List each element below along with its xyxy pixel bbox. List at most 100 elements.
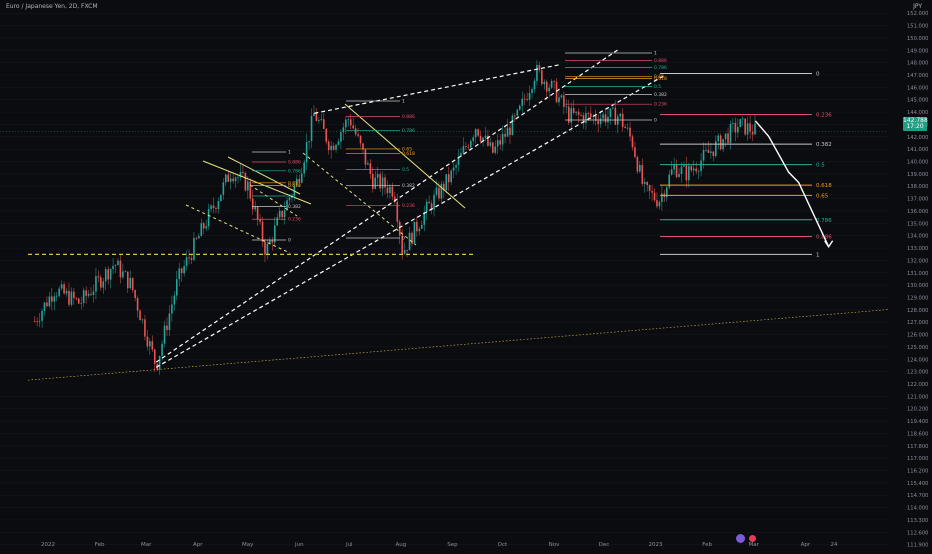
candle-body (433, 194, 435, 210)
x-tick-label: Jun (294, 542, 304, 548)
candle-body (82, 290, 85, 303)
fib-small-nov-label: 1 (654, 51, 657, 57)
candle-body (232, 178, 234, 182)
candle-body (744, 118, 746, 135)
candle-body (658, 201, 661, 207)
candle-body (624, 126, 626, 129)
candle-body (55, 295, 58, 297)
fib-small-may-label: 0.236 (288, 217, 301, 223)
candle-body (651, 191, 653, 193)
candle-body (376, 174, 379, 178)
y-tick-label: 130.000 (907, 283, 928, 289)
candle-body (445, 174, 448, 191)
candle-body (631, 136, 634, 148)
y-tick-label: 112.600 (907, 530, 928, 536)
candle-body (43, 302, 46, 311)
fib-level-label: 0.65 (816, 193, 829, 199)
candle-body (690, 166, 693, 171)
fib-small-jul-label: 0.886 (402, 114, 415, 120)
candle-body (161, 343, 163, 356)
candle-body (626, 127, 629, 129)
y-tick-label: 120.200 (907, 407, 928, 413)
candle-body (131, 277, 134, 291)
y-tick-label: 114.000 (907, 506, 928, 512)
x-tick-label: Nov (549, 542, 560, 548)
y-tick-label: 129.000 (907, 295, 928, 301)
candle-body (389, 186, 391, 193)
candle-body (506, 127, 509, 137)
candle-body (70, 291, 73, 305)
x-tick-label: 2022 (41, 542, 55, 548)
candle-body (33, 321, 36, 322)
last-price-time: 17:20 (906, 123, 924, 130)
candle-body (732, 122, 734, 124)
candle-body (92, 291, 95, 295)
candle-body (100, 277, 102, 288)
y-tick-label: 144.000 (907, 110, 928, 116)
fib-small-may-label: 0.786 (288, 168, 301, 174)
candle-body (122, 271, 124, 278)
x-tick-label: Oct (498, 542, 508, 548)
candle-body (371, 173, 374, 189)
chart-root: 152.000 151.000 150.000 149.000 148.000 147.0… (0, 0, 932, 550)
fib-small-may-label: 0.5 (288, 194, 295, 200)
candle-body (53, 296, 56, 302)
candle-body (479, 135, 482, 142)
candle-body (403, 249, 406, 254)
candle-body (462, 146, 465, 153)
candle-body (200, 223, 203, 237)
fib-small-nov-label: 0.886 (654, 58, 667, 64)
candle-body (359, 135, 362, 144)
candle-body (325, 128, 328, 142)
candle-body (77, 298, 80, 304)
candle-body (215, 208, 217, 210)
fib-small-nov-label: 0.618 (654, 76, 667, 82)
candle-body (141, 319, 144, 321)
candle-body (242, 172, 244, 174)
candle-body (697, 171, 700, 172)
candle-body (335, 144, 337, 150)
fib-level-label: 0.382 (816, 142, 832, 148)
candle-body (683, 165, 685, 167)
candle-body (298, 178, 301, 183)
candle-body (332, 145, 335, 150)
candle-body (661, 193, 663, 202)
candle-body (354, 128, 357, 135)
candlestick-chart[interactable]: 152.000 151.000 150.000 149.000 148.000 147.0… (0, 0, 932, 550)
candle-body (202, 223, 205, 229)
candle-body (151, 341, 154, 350)
candle-body (119, 260, 122, 278)
candle-body (112, 265, 114, 269)
candle-body (717, 135, 720, 142)
y-tick-label: 125.000 (907, 345, 928, 351)
candle-body (247, 181, 249, 191)
candle-body (489, 142, 492, 146)
candle-body (614, 107, 617, 125)
fib-small-nov-label: 0.382 (654, 92, 667, 98)
candle-body (719, 135, 722, 150)
candle-body (560, 95, 563, 98)
candle-body (705, 149, 707, 151)
y-tick-label: 149.000 (907, 48, 928, 54)
y-tick-label: 117.800 (907, 444, 928, 450)
x-tick-label: 24 (831, 542, 838, 548)
candle-body (514, 115, 516, 117)
candle-body (543, 81, 546, 85)
candle-body (337, 141, 340, 145)
candle-body (688, 166, 690, 181)
y-tick-label: 116.200 (907, 469, 928, 475)
candle-body (724, 133, 727, 140)
candle-body (440, 183, 443, 199)
y-tick-label: 150.000 (907, 36, 928, 42)
candle-body (237, 177, 239, 178)
candle-body (146, 336, 149, 347)
candle-body (188, 257, 190, 259)
candle-body (87, 293, 90, 296)
candle-body (46, 302, 48, 307)
candle-body (408, 232, 411, 251)
y-tick-label: 123.000 (907, 370, 928, 376)
candle-body (695, 168, 697, 172)
candle-body (217, 201, 220, 210)
fib-small-jul-label: 0 (402, 236, 405, 242)
y-tick-label: 133.000 (907, 246, 928, 252)
